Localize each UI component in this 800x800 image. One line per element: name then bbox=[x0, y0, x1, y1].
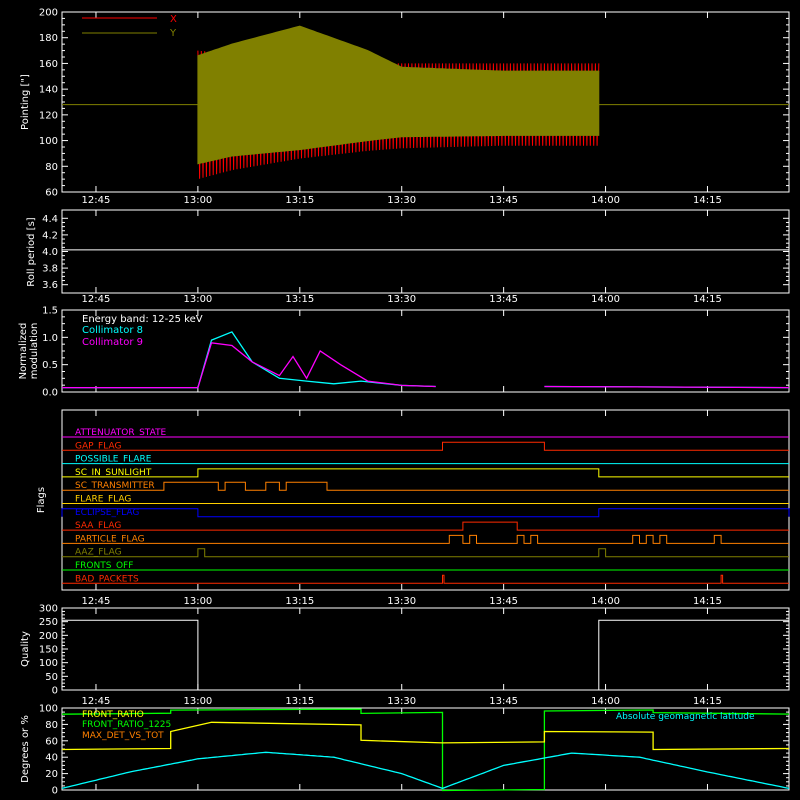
x-tick-label: 13:45 bbox=[489, 195, 518, 206]
quality-ylabel: Quality bbox=[20, 631, 31, 667]
y-tick-label: 3.8 bbox=[42, 264, 58, 275]
y-tick-label: 300 bbox=[39, 604, 58, 615]
ratios-ylabel: Degrees or % bbox=[20, 715, 31, 783]
x-tick-label: 13:30 bbox=[387, 696, 416, 707]
summary-plot: Pointing ["] 6080100120140160180200 X Y … bbox=[0, 0, 800, 800]
modulation-ylabel-line1: Normalized bbox=[18, 323, 29, 380]
x-tick-label: 13:00 bbox=[183, 696, 212, 707]
x-tick-label: 13:00 bbox=[183, 294, 212, 305]
y-tick-label: 80 bbox=[45, 720, 58, 731]
y-tick-label: 40 bbox=[45, 753, 58, 764]
legend-x-label: X bbox=[170, 14, 177, 25]
modulation-ylabel-line2: modulation bbox=[29, 323, 40, 380]
x-tick-label: 14:00 bbox=[591, 696, 620, 707]
x-tick-label: 13:45 bbox=[489, 696, 518, 707]
y-tick-label: 150 bbox=[39, 645, 58, 656]
legend-y-label: Y bbox=[169, 28, 177, 39]
x-tick-label: 14:15 bbox=[693, 294, 722, 305]
x-tick-label: 14:15 bbox=[693, 596, 722, 607]
legend-max-det-vs-tot: MAX_DET_VS_TOT bbox=[82, 731, 164, 741]
x-tick-label: 14:00 bbox=[591, 294, 620, 305]
legend-front-ratio-1225: FRONT_RATIO_1225 bbox=[82, 720, 171, 730]
y-tick-label: 200 bbox=[39, 8, 58, 19]
x-tick-label: 14:15 bbox=[693, 696, 722, 707]
y-tick-label: 0.0 bbox=[42, 388, 58, 399]
x-tick-label: 13:30 bbox=[387, 596, 416, 607]
x-tick-label: 12:45 bbox=[82, 696, 111, 707]
y-tick-label: 4.4 bbox=[42, 214, 58, 225]
x-tick-label: 13:45 bbox=[489, 596, 518, 607]
legend-collimator-9: Collimator 9 bbox=[82, 337, 143, 348]
y-tick-label: 180 bbox=[39, 33, 58, 44]
y-tick-label: 4.0 bbox=[42, 247, 58, 258]
y-tick-label: 0 bbox=[52, 686, 58, 697]
y-tick-label: 200 bbox=[39, 631, 58, 642]
y-tick-label: 0.5 bbox=[42, 360, 58, 371]
x-tick-label: 13:30 bbox=[387, 195, 416, 206]
y-tick-label: 60 bbox=[45, 188, 58, 199]
y-tick-label: 20 bbox=[45, 769, 58, 780]
y-tick-label: 4.2 bbox=[42, 230, 58, 241]
x-tick-label: 12:45 bbox=[82, 195, 111, 206]
x-tick-label: 14:00 bbox=[591, 195, 620, 206]
y-tick-label: 60 bbox=[45, 736, 58, 747]
x-tick-label: 14:15 bbox=[693, 195, 722, 206]
modulation-energy-band: Energy band: 12-25 keV bbox=[82, 314, 203, 325]
x-tick-label: 14:00 bbox=[591, 596, 620, 607]
legend-collimator-8: Collimator 8 bbox=[82, 325, 143, 336]
x-tick-label: 13:15 bbox=[285, 696, 314, 707]
x-tick-label: 13:30 bbox=[387, 294, 416, 305]
y-tick-label: 1.0 bbox=[42, 333, 58, 344]
y-tick-label: 0 bbox=[52, 786, 58, 797]
x-tick-label: 13:15 bbox=[285, 195, 314, 206]
y-tick-label: 140 bbox=[39, 85, 58, 96]
y-tick-label: 100 bbox=[39, 704, 58, 715]
x-tick-label: 12:45 bbox=[82, 294, 111, 305]
pointing-ylabel: Pointing ["] bbox=[20, 74, 31, 130]
legend-geomagnetic-latitude: Absolute geomagnetic latitude bbox=[616, 712, 755, 722]
x-tick-label: 13:00 bbox=[183, 596, 212, 607]
x-tick-label: 13:00 bbox=[183, 195, 212, 206]
y-tick-label: 120 bbox=[39, 110, 58, 121]
x-tick-label: 13:15 bbox=[285, 596, 314, 607]
modulation-ylabel: Normalized modulation bbox=[18, 323, 40, 380]
y-tick-label: 50 bbox=[45, 672, 58, 683]
x-tick-label: 13:45 bbox=[489, 294, 518, 305]
legend-front-ratio: FRONT_RATIO bbox=[82, 710, 144, 720]
y-tick-label: 160 bbox=[39, 59, 58, 70]
x-tick-label: 12:45 bbox=[82, 596, 111, 607]
y-tick-label: 100 bbox=[39, 136, 58, 147]
y-tick-label: 100 bbox=[39, 658, 58, 669]
y-tick-label: 3.6 bbox=[42, 280, 58, 291]
x-tick-label: 13:15 bbox=[285, 294, 314, 305]
y-tick-label: 250 bbox=[39, 617, 58, 628]
flags-ylabel: Flags bbox=[36, 487, 47, 513]
y-tick-label: 80 bbox=[45, 162, 58, 173]
roll-ylabel: Roll period [s] bbox=[26, 217, 37, 286]
y-tick-label: 1.5 bbox=[42, 306, 58, 317]
